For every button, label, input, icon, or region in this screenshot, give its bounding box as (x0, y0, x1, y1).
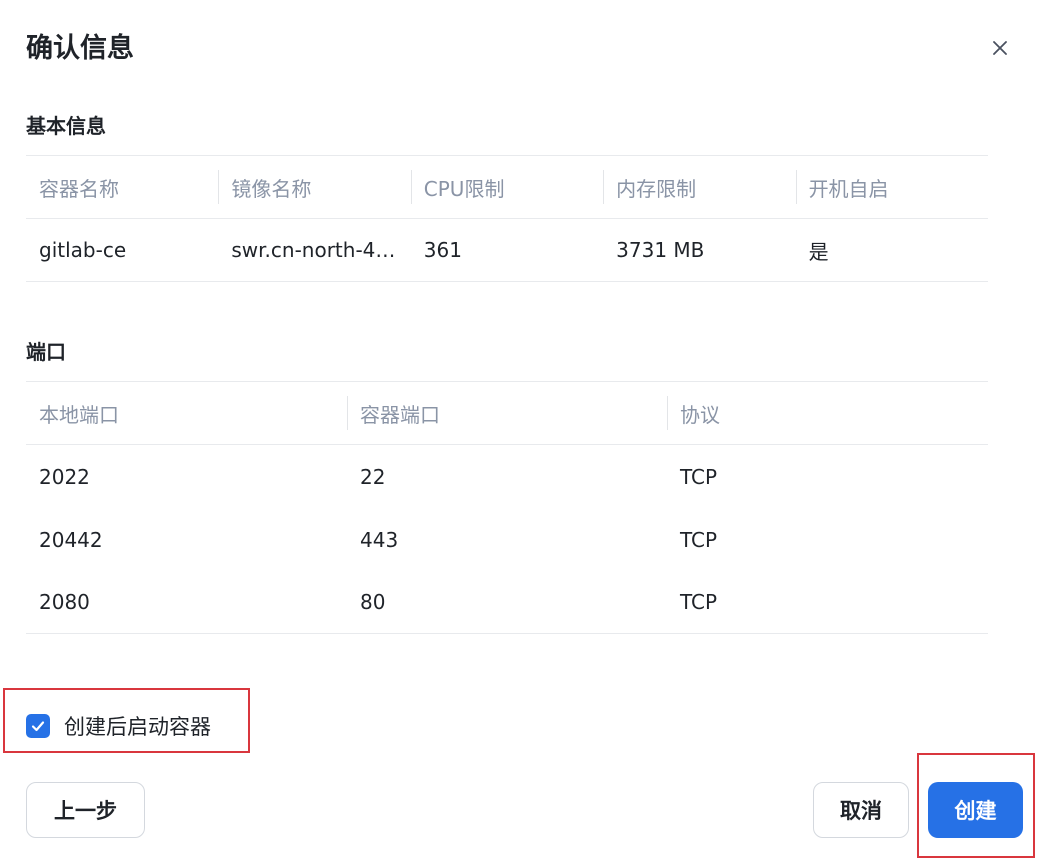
dialog-title: 确认信息 (26, 33, 134, 64)
column-header: 容器名称 (39, 176, 119, 201)
local-port-cell: 2080 (39, 590, 90, 614)
basic-info-table: 容器名称 镜像名称 CPU限制 内存限制 开机自启 gitlab-ce swr.… (26, 155, 988, 282)
ports-title: 端口 (26, 340, 66, 364)
column-header: 内存限制 (603, 156, 795, 218)
cell-text: swr.cn-north-4.... (231, 238, 401, 262)
table-header: 容器名称 镜像名称 CPU限制 内存限制 开机自启 (26, 155, 988, 219)
container-port-cell: 22 (360, 464, 386, 489)
previous-step-button[interactable]: 上一步 (26, 782, 145, 838)
cpu-limit-cell: 361 (411, 219, 603, 281)
close-icon (993, 41, 1007, 55)
column-header: CPU限制 (410, 156, 603, 218)
create-button[interactable]: 创建 (928, 782, 1023, 838)
cell-text: 3731 MB (616, 238, 705, 262)
container-name-cell: gitlab-ce (26, 219, 218, 281)
protocol-cell: TCP (680, 590, 718, 614)
table-row: gitlab-ce swr.cn-north-4.... 361 3731 MB… (26, 219, 988, 282)
start-after-create-checkbox[interactable] (26, 714, 50, 738)
container-port-cell: 443 (360, 527, 399, 552)
confirm-dialog: 确认信息 基本信息 容器名称 镜像名称 CPU限制 内存限制 开机自启 gitl… (0, 0, 1051, 864)
image-name-cell: swr.cn-north-4.... (218, 219, 410, 281)
close-button[interactable] (984, 32, 1016, 64)
column-header: 开机自启 (795, 156, 988, 218)
local-port-cell: 20442 (39, 527, 103, 552)
autostart-cell: 是 (796, 219, 988, 281)
column-header: 镜像名称 (218, 156, 410, 218)
table-row: 20442 443 TCP (26, 508, 988, 571)
ports-table: 本地端口 容器端口 协议 2022 22 TCP 20442 443 TCP 2… (26, 381, 988, 634)
protocol-cell: TCP (680, 464, 718, 489)
start-after-create-label: 创建后启动容器 (64, 715, 211, 739)
start-after-create-option[interactable]: 创建后启动容器 (26, 711, 211, 741)
column-header: 容器端口 (347, 382, 667, 444)
table-row: 2080 80 TCP (26, 571, 988, 634)
protocol-cell: TCP (680, 527, 718, 552)
container-port-cell: 80 (360, 590, 386, 614)
table-row: 2022 22 TCP (26, 445, 988, 508)
cell-text: 是 (808, 239, 829, 264)
table-header: 本地端口 容器端口 协议 (26, 381, 988, 445)
column-header: 本地端口 (39, 402, 119, 427)
cancel-button[interactable]: 取消 (813, 782, 909, 838)
cell-text: gitlab-ce (39, 238, 127, 262)
basic-info-title: 基本信息 (26, 114, 106, 138)
column-header: 协议 (667, 382, 988, 444)
cell-text: 361 (423, 238, 462, 262)
memory-limit-cell: 3731 MB (603, 219, 795, 281)
check-icon (31, 721, 45, 732)
local-port-cell: 2022 (39, 464, 90, 489)
